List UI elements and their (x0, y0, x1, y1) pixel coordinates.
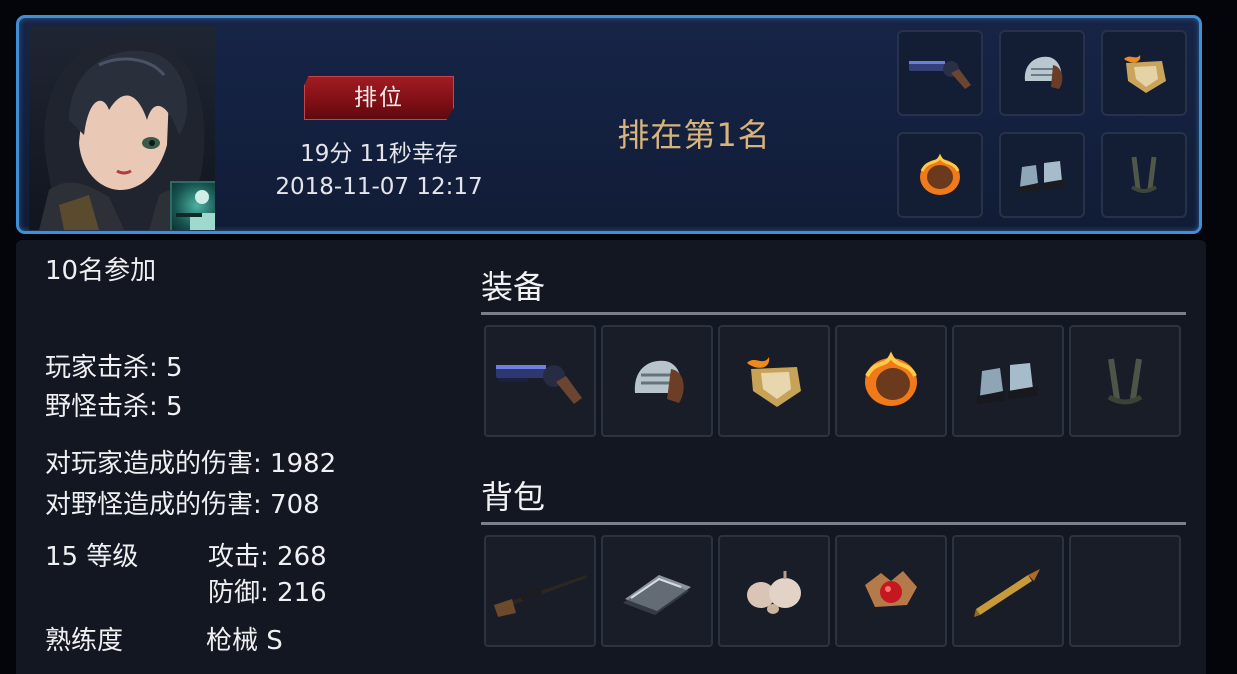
garlic-icon (747, 571, 801, 614)
sniper-rifle-icon (494, 575, 587, 617)
helmet-icon (634, 360, 684, 403)
equipment-slot-shield[interactable] (718, 325, 830, 437)
equipment-slot-armor[interactable] (835, 325, 947, 437)
flaming-shield-icon (747, 357, 801, 407)
participants-count: 10名参加 (45, 256, 157, 286)
quick-slot-armor[interactable] (897, 132, 983, 218)
bag-slot-3[interactable] (718, 535, 830, 647)
bag-slot-4[interactable] (835, 535, 947, 647)
match-datetime: 2018-11-07 12:17 (275, 174, 483, 200)
survival-time: 19分 11秒幸存 (300, 141, 458, 167)
quick-slot-harness[interactable] (1101, 132, 1187, 218)
monster-kills: 野怪击杀: 5 (45, 392, 183, 422)
damage-to-players: 对玩家造成的伤害: 1982 (45, 449, 337, 479)
proficiency-value: 枪械 S (206, 626, 283, 656)
equipment-divider (481, 312, 1186, 315)
flaming-armor-icon (865, 351, 917, 406)
equipment-slot-weapon[interactable] (484, 325, 596, 437)
harness-icon (1130, 156, 1158, 193)
flaming-armor-icon (920, 153, 960, 195)
ranked-mode-badge: 排位 (304, 76, 454, 120)
match-details-panel: 10名参加 玩家击杀: 5 野怪击杀: 5 对玩家造成的伤害: 1982 对野怪… (16, 240, 1206, 674)
boots-icon (1018, 161, 1066, 193)
quick-slot-boots[interactable] (999, 132, 1085, 218)
level: 15 等级 (45, 542, 139, 572)
placement-text: 排在第1名 (617, 116, 771, 154)
bag-divider (481, 522, 1186, 525)
proficiency-label: 熟练度 (45, 626, 124, 656)
flaming-shield-icon (1124, 55, 1166, 93)
boots-icon (977, 363, 1038, 404)
metal-plate-icon (623, 575, 691, 615)
quick-slot-weapon[interactable] (897, 30, 983, 116)
revolver-icon (496, 365, 582, 404)
bag-slot-5[interactable] (952, 535, 1064, 647)
damage-to-monsters: 对野怪造成的伤害: 708 (45, 490, 320, 520)
sniper-class-badge-icon (170, 181, 215, 230)
equipment-slot-helmet[interactable] (601, 325, 713, 437)
bag-section-title: 背包 (481, 478, 546, 516)
bag-slot-1[interactable] (484, 535, 596, 647)
attack-stat: 攻击: 268 (208, 542, 327, 572)
bag-slot-2[interactable] (601, 535, 713, 647)
helmet-icon (1024, 56, 1063, 89)
match-summary-card[interactable]: 排位 19分 11秒幸存 2018-11-07 12:17 排在第1名 (16, 15, 1202, 234)
defense-stat: 防御: 216 (208, 578, 327, 608)
quick-slot-helmet[interactable] (999, 30, 1085, 116)
bullet-icon (974, 569, 1040, 617)
equipment-slot-boots[interactable] (952, 325, 1064, 437)
harness-icon (1107, 358, 1143, 405)
bag-slot-empty[interactable] (1069, 535, 1181, 647)
equipment-slot-harness[interactable] (1069, 325, 1181, 437)
red-gem-icon (865, 571, 917, 607)
quick-slot-shield[interactable] (1101, 30, 1187, 116)
equipment-section-title: 装备 (481, 268, 546, 306)
revolver-icon (909, 61, 971, 89)
character-portrait (29, 25, 215, 230)
player-kills: 玩家击杀: 5 (45, 353, 183, 383)
